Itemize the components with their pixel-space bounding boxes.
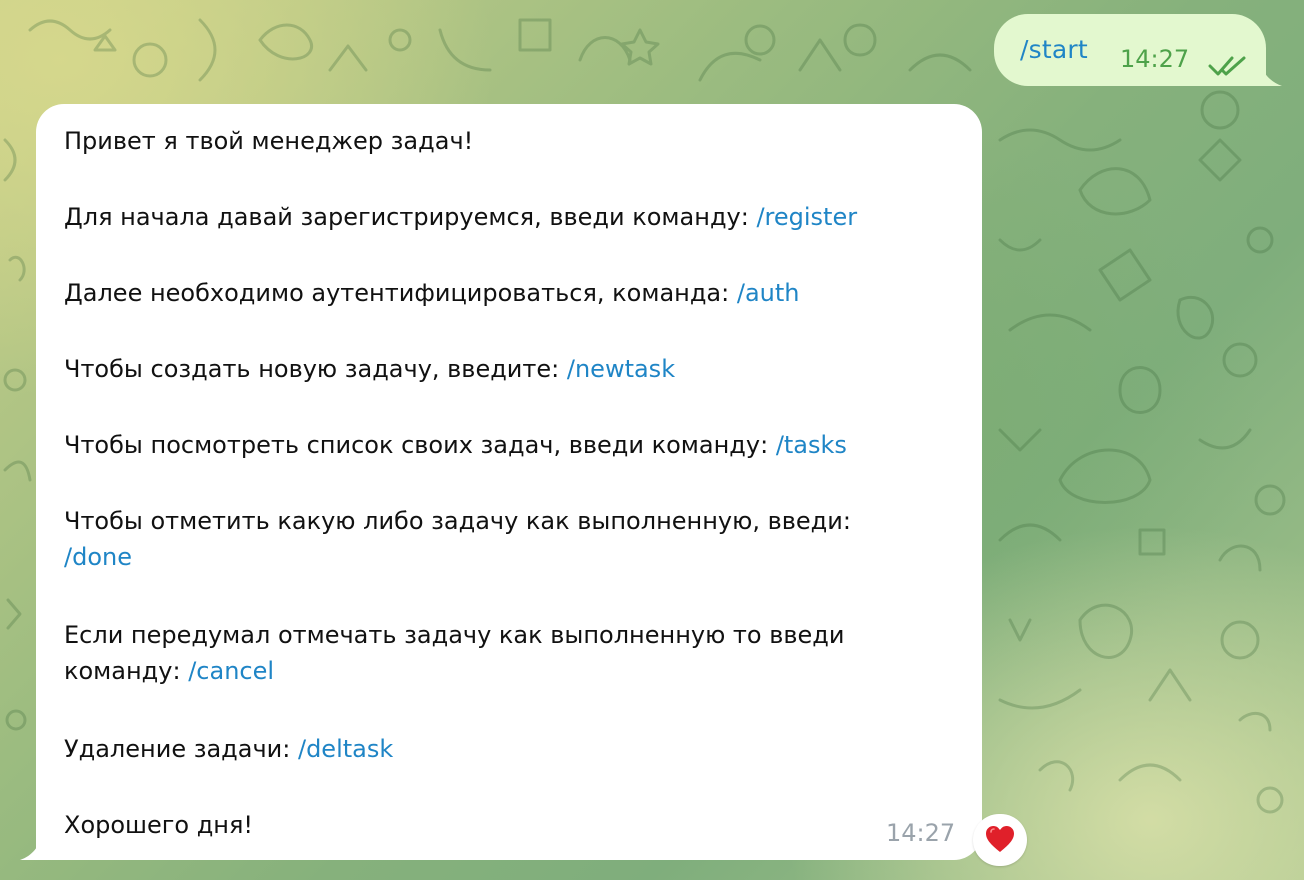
incoming-bubble-tail — [20, 834, 48, 860]
message-line-auth: Далее необходимо аутентифицироваться, ко… — [64, 276, 799, 310]
outgoing-message-text: /start — [1020, 35, 1088, 64]
message-line-cancel-cmd: команду: /cancel — [64, 654, 274, 688]
farewell-text: Хорошего дня! — [64, 811, 254, 839]
message-line-done-cmd: /done — [64, 540, 132, 574]
command-link-done[interactable]: /done — [64, 543, 132, 571]
reaction-badge[interactable] — [973, 814, 1027, 866]
outgoing-message-bubble[interactable]: /start 14:27 — [994, 14, 1266, 86]
message-line-farewell: Хорошего дня! — [64, 808, 253, 842]
command-link-tasks[interactable]: /tasks — [776, 431, 847, 459]
register-text: Для начала давай зарегистрируемся, введи… — [64, 203, 757, 231]
command-link-auth[interactable]: /auth — [737, 279, 800, 307]
incoming-message-time: 14:27 — [886, 819, 956, 847]
message-line-tasks: Чтобы посмотреть список своих задач, вве… — [64, 428, 847, 462]
greeting-text: Привет я твой менеджер задач! — [64, 127, 474, 155]
command-link-register[interactable]: /register — [756, 203, 857, 231]
done-text: Чтобы отметить какую либо задачу как вып… — [64, 507, 851, 535]
incoming-message-bubble[interactable]: Привет я твой менеджер задач! Для начала… — [36, 104, 982, 860]
outgoing-message-time: 14:27 — [1120, 45, 1190, 73]
red-heart-icon — [986, 826, 1014, 852]
command-link-newtask[interactable]: /newtask — [567, 355, 675, 383]
newtask-text: Чтобы создать новую задачу, введите: — [64, 355, 567, 383]
message-line-cancel: Если передумал отмечать задачу как выпол… — [64, 618, 844, 652]
cancel-text: Если передумал отмечать задачу как выпол… — [64, 621, 845, 649]
auth-text: Далее необходимо аутентифицироваться, ко… — [64, 279, 737, 307]
message-line-register: Для начала давай зарегистрируемся, введи… — [64, 200, 857, 234]
deltask-text: Удаление задачи: — [64, 735, 298, 763]
command-link-deltask[interactable]: /deltask — [298, 735, 393, 763]
message-line-deltask: Удаление задачи: /deltask — [64, 732, 393, 766]
cancel-text-cont: команду: — [64, 657, 189, 685]
double-check-icon — [1208, 56, 1246, 76]
message-line-greeting: Привет я твой менеджер задач! — [64, 124, 473, 158]
message-line-newtask: Чтобы создать новую задачу, введите: /ne… — [64, 352, 675, 386]
tasks-text: Чтобы посмотреть список своих задач, вве… — [64, 431, 776, 459]
message-line-done: Чтобы отметить какую либо задачу как вып… — [64, 504, 851, 538]
command-link-cancel[interactable]: /cancel — [188, 657, 274, 685]
outgoing-bubble-tail — [1254, 62, 1282, 86]
